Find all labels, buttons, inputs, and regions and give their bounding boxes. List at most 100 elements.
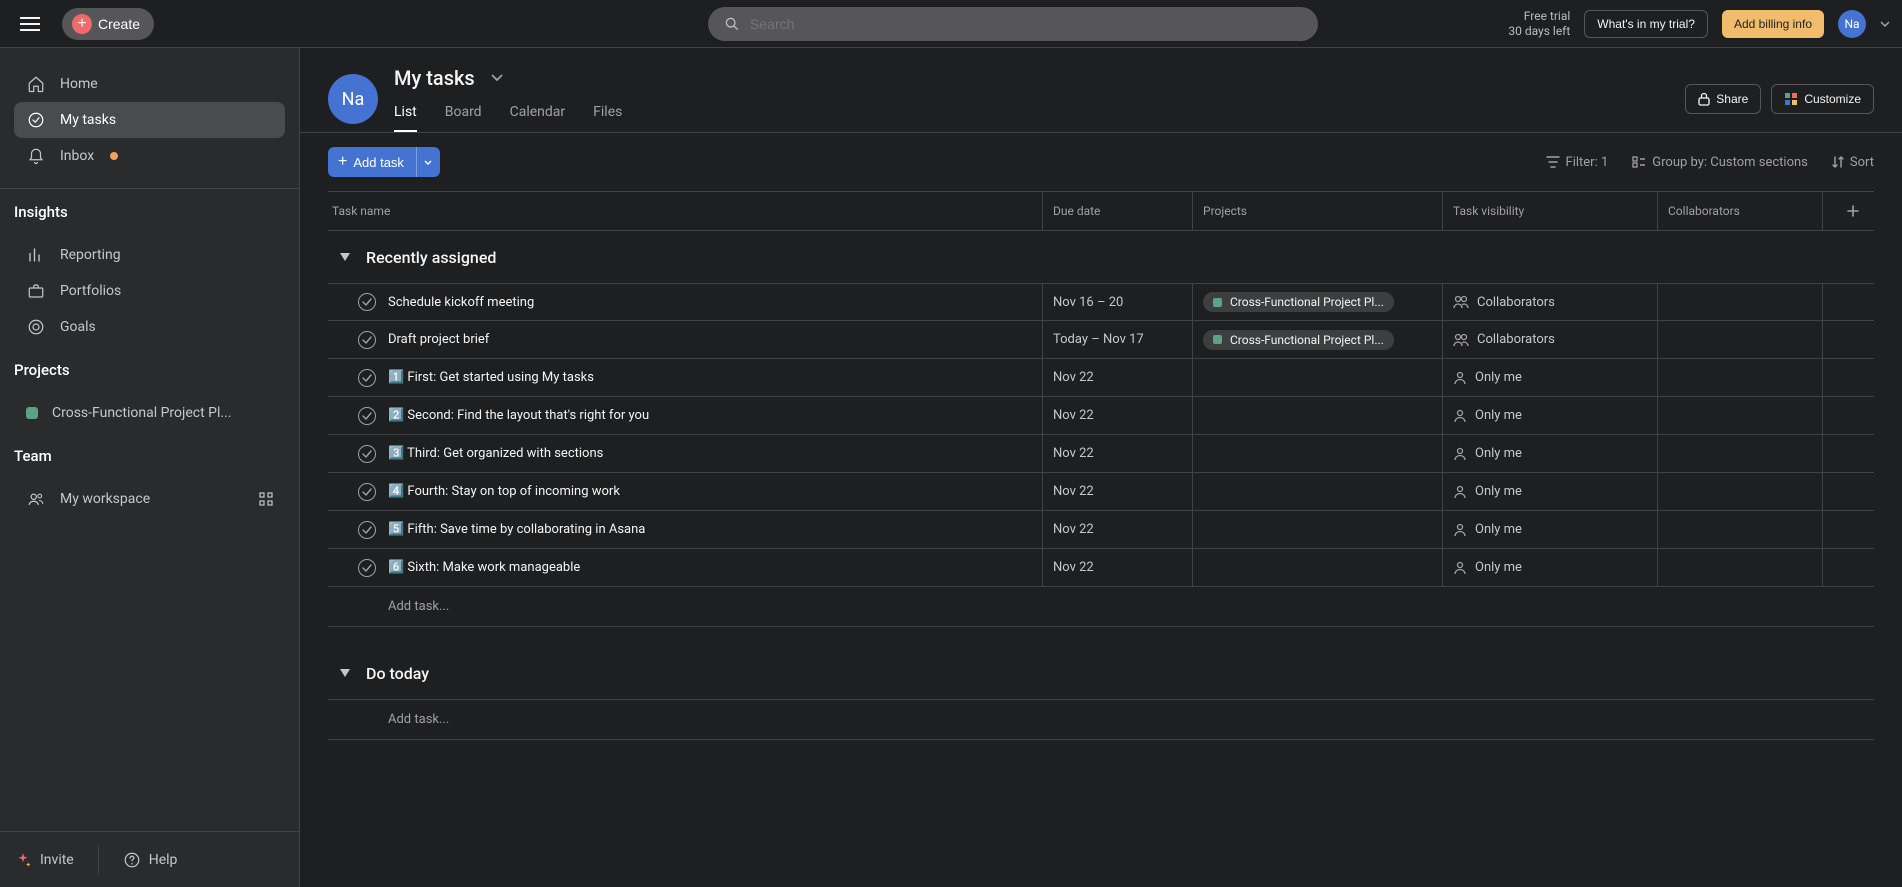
bell-icon bbox=[27, 147, 45, 165]
task-row[interactable]: 3️⃣ Third: Get organized with sectionsNo… bbox=[328, 435, 1874, 473]
task-row[interactable]: 1️⃣ First: Get started using My tasksNov… bbox=[328, 359, 1874, 397]
create-button[interactable]: + Create bbox=[62, 8, 154, 40]
visibility-cell[interactable]: Only me bbox=[1443, 359, 1658, 396]
complete-toggle[interactable] bbox=[358, 407, 376, 425]
collaborators-cell[interactable] bbox=[1658, 321, 1823, 358]
add-column-button[interactable] bbox=[1823, 192, 1883, 230]
due-date-cell[interactable]: Nov 22 bbox=[1043, 511, 1193, 548]
add-task-inline[interactable]: Add task... bbox=[328, 587, 1874, 627]
sort-icon bbox=[1832, 155, 1844, 169]
sidebar-item-project[interactable]: Cross-Functional Project Pl... bbox=[14, 395, 285, 431]
task-row[interactable]: 5️⃣ Fifth: Save time by collaborating in… bbox=[328, 511, 1874, 549]
collaborators-cell[interactable] bbox=[1658, 359, 1823, 396]
user-avatar[interactable]: Na bbox=[1838, 10, 1866, 38]
chevron-down-icon[interactable] bbox=[1880, 21, 1890, 27]
section-header-recent[interactable]: Recently assigned bbox=[328, 231, 1874, 283]
search-input[interactable] bbox=[750, 16, 1302, 32]
visibility-cell[interactable]: Only me bbox=[1443, 435, 1658, 472]
complete-toggle[interactable] bbox=[358, 445, 376, 463]
due-date-cell[interactable]: Today – Nov 17 bbox=[1043, 321, 1193, 358]
visibility-cell[interactable]: Collaborators bbox=[1443, 284, 1658, 320]
visibility-cell[interactable]: Only me bbox=[1443, 511, 1658, 548]
tab-calendar[interactable]: Calendar bbox=[510, 94, 566, 132]
collaborators-cell[interactable] bbox=[1658, 284, 1823, 320]
due-date-cell[interactable]: Nov 22 bbox=[1043, 435, 1193, 472]
add-billing-button[interactable]: Add billing info bbox=[1722, 10, 1824, 38]
task-row[interactable]: Draft project briefToday – Nov 17Cross-F… bbox=[328, 321, 1874, 359]
tab-board[interactable]: Board bbox=[445, 94, 482, 132]
task-row[interactable]: Schedule kickoff meetingNov 16 – 20Cross… bbox=[328, 283, 1874, 321]
invite-button[interactable]: Invite bbox=[14, 851, 74, 869]
sidebar-header-team[interactable]: Team bbox=[0, 439, 299, 473]
visibility-cell[interactable]: Only me bbox=[1443, 397, 1658, 434]
visibility-cell[interactable]: Only me bbox=[1443, 549, 1658, 586]
complete-toggle[interactable] bbox=[358, 559, 376, 577]
complete-toggle[interactable] bbox=[358, 483, 376, 501]
projects-cell[interactable] bbox=[1193, 359, 1443, 396]
sort-button[interactable]: Sort bbox=[1832, 155, 1874, 170]
sidebar-header-projects[interactable]: Projects bbox=[0, 353, 299, 387]
add-task-dropdown[interactable] bbox=[416, 147, 440, 177]
sidebar-item-reporting[interactable]: Reporting bbox=[14, 237, 285, 273]
due-date-cell[interactable]: Nov 22 bbox=[1043, 473, 1193, 510]
sidebar-item-portfolios[interactable]: Portfolios bbox=[14, 273, 285, 309]
task-row[interactable]: 2️⃣ Second: Find the layout that's right… bbox=[328, 397, 1874, 435]
projects-cell[interactable]: Cross-Functional Project Pl... bbox=[1193, 321, 1443, 358]
collaborators-cell[interactable] bbox=[1658, 473, 1823, 510]
search-bar[interactable] bbox=[708, 7, 1318, 41]
collaborators-cell[interactable] bbox=[1658, 397, 1823, 434]
sidebar-item-inbox[interactable]: Inbox bbox=[14, 138, 285, 174]
customize-icon bbox=[1784, 92, 1798, 106]
add-task-inline[interactable]: Add task... bbox=[328, 700, 1874, 740]
tab-list[interactable]: List bbox=[394, 94, 417, 132]
task-row[interactable]: 6️⃣ Sixth: Make work manageableNov 22Onl… bbox=[328, 549, 1874, 587]
due-date-cell[interactable]: Nov 22 bbox=[1043, 549, 1193, 586]
collaborators-cell[interactable] bbox=[1658, 549, 1823, 586]
sidebar-item-goals[interactable]: Goals bbox=[14, 309, 285, 345]
projects-cell[interactable] bbox=[1193, 549, 1443, 586]
sidebar-header-insights[interactable]: Insights bbox=[0, 195, 299, 229]
add-task-button[interactable]: + Add task bbox=[328, 147, 416, 177]
column-header-projects[interactable]: Projects bbox=[1193, 192, 1443, 230]
complete-toggle[interactable] bbox=[358, 521, 376, 539]
complete-toggle[interactable] bbox=[358, 369, 376, 387]
complete-toggle[interactable] bbox=[358, 331, 376, 349]
visibility-cell[interactable]: Collaborators bbox=[1443, 321, 1658, 358]
title-dropdown[interactable] bbox=[485, 66, 509, 90]
hamburger-toggle[interactable] bbox=[12, 6, 48, 42]
column-header-name[interactable]: Task name bbox=[328, 192, 1043, 230]
collapse-toggle[interactable] bbox=[334, 246, 356, 268]
sidebar-item-home[interactable]: Home bbox=[14, 66, 285, 102]
projects-cell[interactable] bbox=[1193, 397, 1443, 434]
due-date-cell[interactable]: Nov 22 bbox=[1043, 359, 1193, 396]
help-button[interactable]: Help bbox=[123, 851, 178, 869]
projects-cell[interactable]: Cross-Functional Project Pl... bbox=[1193, 284, 1443, 320]
visibility-label: Collaborators bbox=[1477, 332, 1555, 347]
visibility-cell[interactable]: Only me bbox=[1443, 473, 1658, 510]
customize-button[interactable]: Customize bbox=[1771, 84, 1874, 114]
filter-button[interactable]: Filter: 1 bbox=[1546, 155, 1609, 170]
projects-cell[interactable] bbox=[1193, 435, 1443, 472]
projects-cell[interactable] bbox=[1193, 511, 1443, 548]
collaborators-cell[interactable] bbox=[1658, 511, 1823, 548]
group-by-button[interactable]: Group by: Custom sections bbox=[1632, 155, 1808, 170]
project-pill[interactable]: Cross-Functional Project Pl... bbox=[1203, 330, 1394, 350]
section-header-today[interactable]: Do today bbox=[328, 647, 1874, 699]
task-row[interactable]: 4️⃣ Fourth: Stay on top of incoming work… bbox=[328, 473, 1874, 511]
share-button[interactable]: Share bbox=[1685, 84, 1761, 114]
collapse-toggle[interactable] bbox=[334, 662, 356, 684]
column-header-visibility[interactable]: Task visibility bbox=[1443, 192, 1658, 230]
due-date-cell[interactable]: Nov 22 bbox=[1043, 397, 1193, 434]
sidebar-item-workspace[interactable]: My workspace bbox=[14, 481, 285, 517]
column-header-collaborators[interactable]: Collaborators bbox=[1658, 192, 1823, 230]
tab-files[interactable]: Files bbox=[593, 94, 622, 132]
column-header-due[interactable]: Due date bbox=[1043, 192, 1193, 230]
projects-cell[interactable] bbox=[1193, 473, 1443, 510]
section-title: Recently assigned bbox=[366, 248, 496, 267]
sidebar-item-my-tasks[interactable]: My tasks bbox=[14, 102, 285, 138]
collaborators-cell[interactable] bbox=[1658, 435, 1823, 472]
complete-toggle[interactable] bbox=[358, 293, 376, 311]
whats-in-trial-button[interactable]: What's in my trial? bbox=[1584, 10, 1708, 38]
due-date-cell[interactable]: Nov 16 – 20 bbox=[1043, 284, 1193, 320]
project-pill[interactable]: Cross-Functional Project Pl... bbox=[1203, 292, 1394, 312]
